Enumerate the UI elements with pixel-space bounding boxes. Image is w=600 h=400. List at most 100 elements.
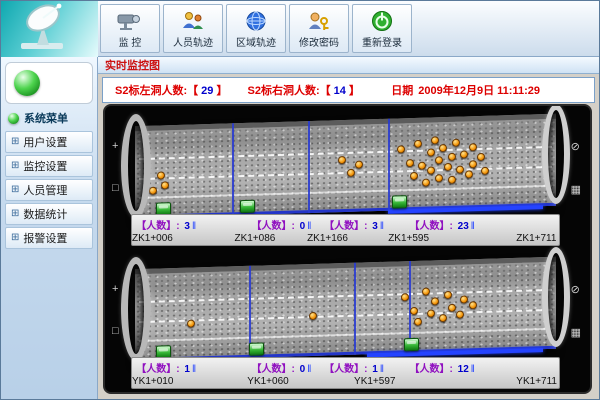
tick-mark: ‖ <box>192 221 196 232</box>
right-tunnel-yk-road <box>135 257 556 361</box>
tunnel-portal-right <box>542 104 570 204</box>
sidebar-item-personnel-management[interactable]: ⊞人员管理 <box>5 179 93 201</box>
app-window: 监 控人员轨迹区域轨迹修改密码重新登录 系统菜单 ⊞用户设置⊞监控设置⊞人员管理… <box>0 0 600 400</box>
section-count: 【人数】: 23‖ <box>410 217 475 232</box>
station-label: YK1+711 <box>516 376 557 387</box>
count-value: 12 <box>455 364 469 375</box>
status-text: 】 <box>349 85 360 97</box>
station-label: ZK1+595 <box>388 233 429 244</box>
person-dot <box>460 295 468 303</box>
sidebar-item-data-statistics[interactable]: ⊞数据统计 <box>5 203 93 225</box>
panel-control-icon[interactable]: ▦ <box>571 183 581 196</box>
toolbar-button-monitor[interactable]: 监 控 <box>100 4 160 53</box>
panel-controls-left: +□ <box>112 140 119 194</box>
tick-mark: ‖ <box>380 221 384 232</box>
person-dot <box>427 148 435 156</box>
toolbar-button-relogin[interactable]: 重新登录 <box>352 4 412 53</box>
count-value: 0 <box>297 221 305 232</box>
section-divider-line <box>308 121 310 213</box>
expand-box-icon: ⊞ <box>11 137 19 147</box>
person-dot <box>355 161 363 169</box>
right-tunnel-total: S2标右洞人数:【 14 】 <box>247 82 359 98</box>
lane-dash-line <box>139 166 552 180</box>
camera-icon <box>117 9 143 33</box>
sidebar-item-label: 数据统计 <box>23 206 67 222</box>
person-dot <box>452 139 460 147</box>
active-section-line <box>388 205 544 214</box>
person-dot <box>414 318 422 326</box>
toolbar-button-label: 重新登录 <box>362 34 402 49</box>
reader-device-icon <box>240 200 255 213</box>
panel-control-icon[interactable]: ⊘ <box>571 283 581 296</box>
person-dot <box>439 314 447 322</box>
person-dot <box>448 176 456 184</box>
left-tunnel-total-value: 29 <box>198 85 216 97</box>
toolbar-button-change-password[interactable]: 修改密码 <box>289 4 349 53</box>
person-dot <box>465 170 473 178</box>
lane-solid-line <box>139 184 552 198</box>
sidebar-item-monitor-settings[interactable]: ⊞ 监控设置 <box>5 155 93 177</box>
person-dot <box>397 145 405 153</box>
panel-controls-right: ⊘▦ <box>571 140 581 196</box>
expand-box-icon: ⊞ <box>11 185 19 195</box>
date-value: 2009年12月9日 11:11:29 <box>418 85 540 97</box>
status-bar: S2标左洞人数:【 29 】 S2标右洞人数:【 14 】 日期2009年12月… <box>102 77 595 103</box>
panel-control-icon[interactable]: □ <box>112 325 119 337</box>
panel-control-icon[interactable]: + <box>112 283 119 295</box>
person-dot <box>427 309 435 317</box>
person-dot <box>481 166 489 174</box>
main-area: 实时监控图 S2标左洞人数:【 29 】 S2标右洞人数:【 14 】 日期20… <box>98 57 599 399</box>
person-dot <box>427 166 435 174</box>
count-value: 1 <box>369 364 377 375</box>
toolbar-button-area-track[interactable]: 区域轨迹 <box>226 4 286 53</box>
status-text: S2标右洞人数:【 <box>247 85 330 97</box>
tick-mark: ‖ <box>380 364 384 375</box>
station-label: YK1+010 <box>132 376 173 387</box>
green-orb-icon <box>14 70 40 96</box>
panel-control-icon[interactable]: □ <box>112 182 119 194</box>
section-count: 【人数】: 0‖ <box>252 360 312 375</box>
reader-device-icon <box>392 195 407 208</box>
sidebar-item-label: 报警设置 <box>23 230 67 246</box>
panel-control-icon[interactable]: ▦ <box>571 326 581 339</box>
count-label: 【人数】: <box>136 221 179 232</box>
toolbar-button-label: 人员轨迹 <box>173 34 213 49</box>
station-label: YK1+060 <box>247 376 288 387</box>
expand-box-icon: ⊞ <box>11 161 19 171</box>
sidebar: 系统菜单 ⊞用户设置⊞监控设置⊞人员管理⊞数据统计⊞报警设置 <box>1 57 98 399</box>
count-value: 3 <box>369 221 377 232</box>
tab-realtime-monitor[interactable]: 实时监控图 <box>98 57 599 74</box>
toolbar-button-person-track[interactable]: 人员轨迹 <box>163 4 223 53</box>
section-divider-line <box>232 123 234 215</box>
sidebar-item-label: 监控设置 <box>23 158 67 174</box>
station-label: ZK1+166 <box>307 233 348 244</box>
satellite-dish-icon <box>11 2 89 57</box>
count-label: 【人数】: <box>136 364 179 375</box>
count-label: 【人数】: <box>324 364 367 375</box>
sidebar-item-user-settings[interactable]: ⊞用户设置 <box>5 131 93 153</box>
tick-mark: ‖ <box>307 221 311 232</box>
person-dot <box>431 136 439 144</box>
power-icon <box>369 9 395 33</box>
toolbar: 监 控人员轨迹区域轨迹修改密码重新登录 <box>98 1 599 57</box>
panel-controls-left: +□ <box>112 283 119 337</box>
panel-control-icon[interactable]: ⊘ <box>571 140 581 153</box>
person-dot <box>418 162 426 170</box>
expand-box-icon: ⊞ <box>11 233 19 243</box>
person-dot <box>435 156 443 164</box>
count-label: 【人数】: <box>410 221 453 232</box>
active-section-line <box>367 348 544 357</box>
panel-control-icon[interactable]: + <box>112 140 119 152</box>
person-dot <box>439 144 447 152</box>
person-dot <box>444 163 452 171</box>
lane-dash-line <box>139 309 552 323</box>
section-divider-line <box>388 119 390 211</box>
person-dot <box>338 156 346 164</box>
left-tunnel-total: S2标左洞人数:【 29 】 <box>115 82 227 98</box>
tick-mark: ‖ <box>307 364 311 375</box>
sidebar-item-alarm-settings[interactable]: ⊞ 报警设置 <box>5 227 93 249</box>
person-dot <box>422 288 430 296</box>
green-orb-icon <box>8 113 19 124</box>
right-tunnel-yk-view: 【人数】: 1‖【人数】: 0‖【人数】: 1‖【人数】: 12‖YK1+010… <box>105 249 590 392</box>
status-text: 】 <box>216 85 227 97</box>
